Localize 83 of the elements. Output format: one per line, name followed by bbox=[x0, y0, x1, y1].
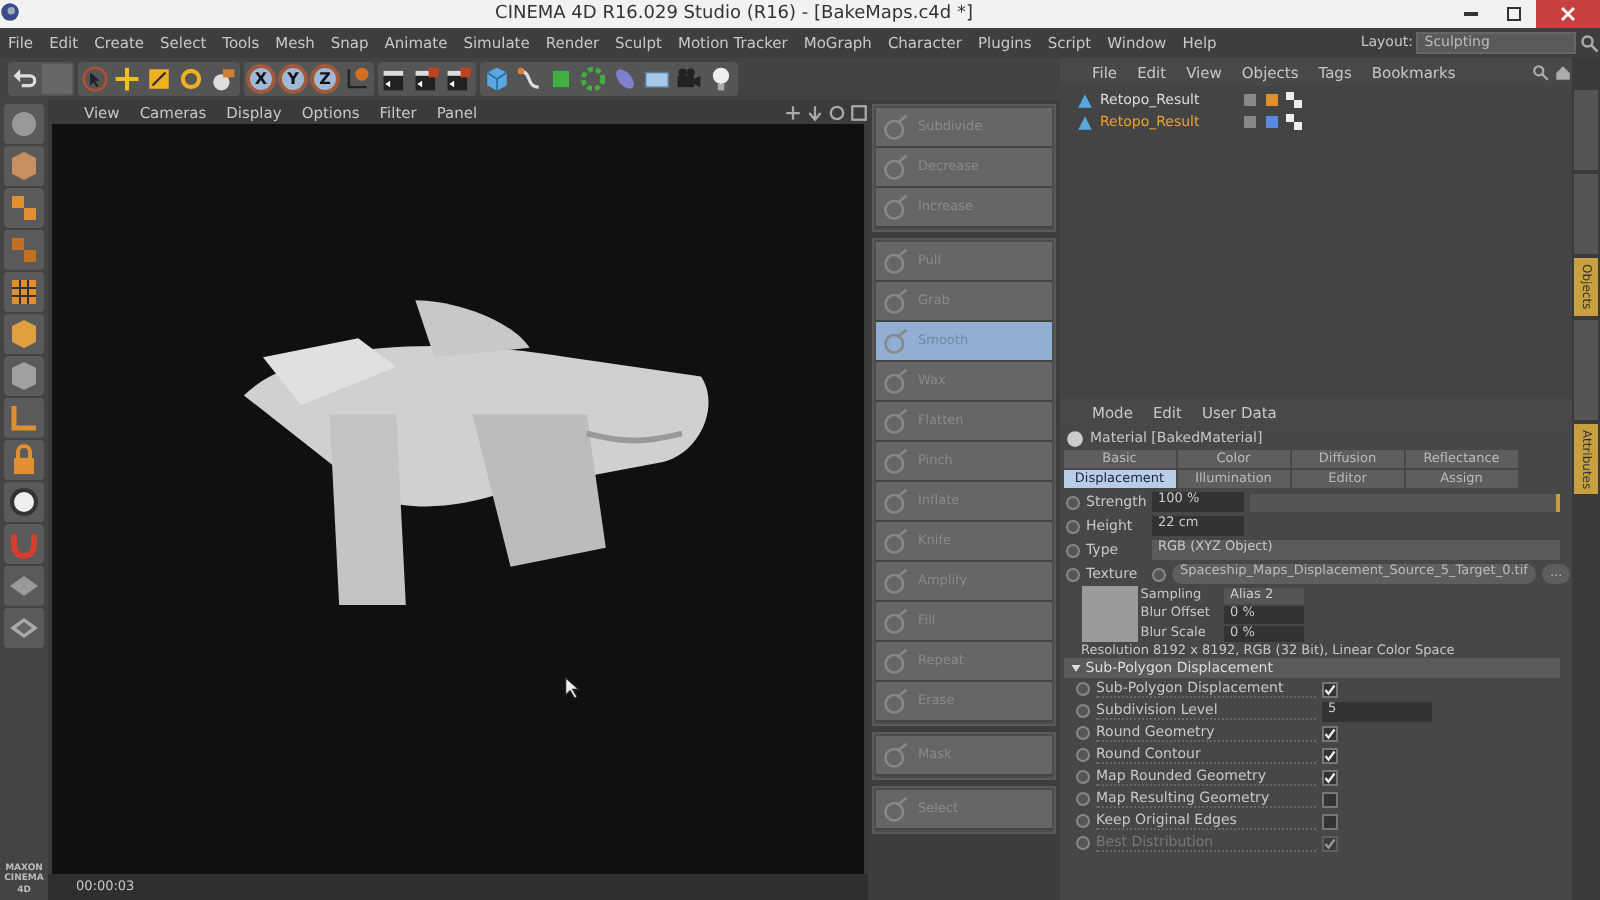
animation-dot[interactable] bbox=[1076, 792, 1090, 807]
brush-icon bbox=[882, 527, 910, 555]
axis-icon[interactable] bbox=[8, 402, 40, 434]
animation-dot[interactable] bbox=[1076, 770, 1090, 785]
toolbar-slot bbox=[42, 64, 72, 94]
checkbox[interactable] bbox=[1322, 725, 1338, 742]
texture-thumbnail bbox=[1081, 586, 1137, 642]
animation-dot[interactable] bbox=[1076, 726, 1090, 741]
app-icon bbox=[0, 2, 20, 23]
search-icon[interactable] bbox=[1532, 63, 1550, 81]
axis-button[interactable]: Y bbox=[278, 64, 308, 94]
cursor-icon[interactable] bbox=[82, 66, 108, 92]
circle-icon[interactable] bbox=[8, 486, 40, 518]
checkbox[interactable] bbox=[1322, 813, 1338, 830]
material-icon bbox=[1066, 429, 1084, 447]
animation-dot[interactable] bbox=[1066, 495, 1080, 509]
checkbox[interactable] bbox=[1322, 769, 1338, 786]
animation-dot[interactable] bbox=[1076, 704, 1090, 719]
brush-icon bbox=[882, 287, 910, 315]
spline-icon[interactable] bbox=[516, 66, 542, 92]
animation-dot[interactable] bbox=[1066, 519, 1080, 533]
animation-dot[interactable] bbox=[1076, 836, 1090, 851]
material-tag-icon bbox=[1286, 92, 1302, 109]
brush-icon bbox=[882, 741, 910, 769]
animation-dot[interactable] bbox=[1076, 682, 1090, 697]
checker-icon[interactable] bbox=[8, 192, 40, 224]
undo-icon[interactable] bbox=[12, 66, 38, 92]
axis-button[interactable]: X bbox=[246, 64, 276, 94]
checkbox[interactable] bbox=[1322, 681, 1338, 698]
search-icon[interactable] bbox=[1580, 33, 1600, 53]
window-icon[interactable] bbox=[850, 103, 868, 121]
home-icon[interactable] bbox=[1554, 63, 1572, 81]
brush-icon bbox=[882, 447, 910, 475]
window-title: CINEMA 4D R16.029 Studio (R16) - [BakeMaps.c4d *] bbox=[493, 3, 975, 25]
animation-dot[interactable] bbox=[1076, 748, 1090, 763]
brush-icon bbox=[882, 795, 910, 823]
animation-dot[interactable] bbox=[1066, 543, 1080, 557]
slider-handle[interactable] bbox=[1556, 493, 1560, 511]
maximize-icon bbox=[1506, 5, 1522, 22]
move-icon[interactable] bbox=[114, 66, 140, 92]
cube-icon[interactable] bbox=[8, 360, 40, 392]
checkbox[interactable] bbox=[1322, 791, 1338, 808]
brush-icon bbox=[882, 153, 910, 181]
texture-button[interactable] bbox=[1152, 567, 1166, 581]
clapper-icon[interactable] bbox=[446, 66, 472, 92]
cube-icon[interactable] bbox=[8, 318, 40, 350]
axis-button[interactable]: Z bbox=[310, 64, 340, 94]
close-button[interactable] bbox=[1536, 0, 1600, 28]
rotate-view-icon[interactable] bbox=[828, 103, 846, 121]
brush-icon bbox=[882, 567, 910, 595]
light-bulb-icon[interactable] bbox=[708, 66, 734, 92]
animation-dot[interactable] bbox=[1066, 567, 1080, 581]
animation-dot[interactable] bbox=[1076, 814, 1090, 829]
shape-icon[interactable] bbox=[210, 66, 236, 92]
lock-icon[interactable] bbox=[8, 444, 40, 476]
rotate-icon[interactable] bbox=[178, 66, 204, 92]
brush-icon bbox=[882, 607, 910, 635]
axes-icon[interactable] bbox=[344, 66, 370, 92]
cube-icon[interactable] bbox=[484, 66, 510, 92]
cube-icon[interactable] bbox=[8, 150, 40, 182]
move-view-icon[interactable] bbox=[784, 103, 802, 121]
material-tag-icon bbox=[1286, 114, 1302, 131]
cloner-icon[interactable] bbox=[580, 66, 606, 92]
clapper-icon[interactable] bbox=[382, 66, 408, 92]
scale-icon[interactable] bbox=[146, 66, 172, 92]
brush-icon bbox=[882, 687, 910, 715]
brush-icon bbox=[882, 367, 910, 395]
brush-icon bbox=[882, 407, 910, 435]
brush-icon bbox=[882, 647, 910, 675]
close-icon bbox=[1560, 5, 1576, 22]
brush-icon bbox=[882, 487, 910, 515]
slider-track[interactable] bbox=[1250, 493, 1560, 511]
down-arrow-icon[interactable] bbox=[806, 103, 824, 121]
minimize-icon bbox=[1463, 11, 1477, 16]
brush-icon bbox=[882, 247, 910, 275]
clapper-icon[interactable] bbox=[414, 66, 440, 92]
checkbox[interactable] bbox=[1322, 747, 1338, 764]
floor-icon[interactable] bbox=[644, 66, 670, 92]
checker-icon[interactable] bbox=[8, 234, 40, 266]
brush-icon bbox=[882, 113, 910, 141]
brush-icon bbox=[882, 327, 910, 355]
deformer-icon[interactable] bbox=[612, 66, 638, 92]
brush-icon bbox=[882, 193, 910, 221]
